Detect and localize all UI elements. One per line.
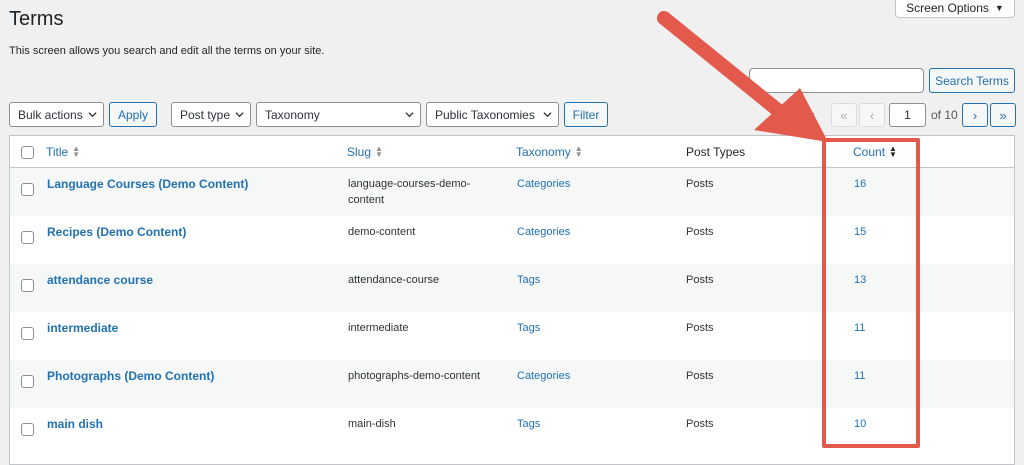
table-row: intermediate intermediate Tags Posts 11 (10, 312, 1014, 360)
term-title-link[interactable]: Recipes (Demo Content) (47, 224, 186, 240)
apply-button[interactable]: Apply (109, 102, 157, 127)
column-title-label: Title (46, 145, 69, 159)
public-taxonomies-select[interactable]: Public Taxonomies (426, 102, 559, 127)
row-checkbox[interactable] (21, 423, 34, 436)
column-taxonomy[interactable]: Taxonomy ▲ ▼ (516, 144, 583, 160)
sort-desc-icon: ▲ ▼ (889, 144, 897, 159)
current-page-input[interactable]: 1 (889, 103, 926, 127)
caret-down-icon: ▼ (994, 2, 1004, 13)
column-count-label: Count (853, 145, 886, 159)
term-count-link[interactable]: 10 (854, 416, 866, 432)
term-post-types: Posts (686, 370, 714, 382)
table-row: Recipes (Demo Content) demo-content Cate… (10, 216, 1014, 264)
sort-icon: ▲ ▼ (375, 144, 383, 159)
terms-table: Title ▲ ▼ Slug ▲ ▼ Taxonomy ▲ ▼ Post Types … (9, 135, 1015, 465)
term-slug: language-courses-demo-content (348, 178, 471, 206)
term-taxonomy-link[interactable]: Tags (517, 272, 540, 288)
term-taxonomy-link[interactable]: Tags (517, 320, 540, 336)
first-page-button[interactable]: « (831, 103, 857, 127)
chevron-down-icon (405, 112, 414, 118)
items-count: ems (792, 108, 815, 122)
term-slug: demo-content (348, 226, 416, 238)
select-all-checkbox[interactable] (21, 146, 34, 159)
row-checkbox[interactable] (21, 231, 34, 244)
term-taxonomy-link[interactable]: Tags (517, 416, 540, 432)
term-count-link[interactable]: 11 (854, 320, 865, 336)
chevron-down-icon (543, 112, 552, 118)
sort-icon: ▲ ▼ (72, 144, 81, 159)
row-checkbox[interactable] (21, 183, 34, 196)
row-checkbox[interactable] (21, 327, 34, 340)
next-page-button[interactable]: › (962, 103, 988, 127)
term-taxonomy-link[interactable]: Categories (517, 176, 570, 192)
chevron-down-icon (235, 112, 244, 118)
taxonomy-value: Taxonomy (265, 107, 320, 122)
row-checkbox[interactable] (21, 375, 34, 388)
term-count-link[interactable]: 15 (854, 224, 866, 240)
term-taxonomy-link[interactable]: Categories (517, 368, 570, 384)
term-slug: photographs-demo-content (348, 370, 481, 382)
term-count-link[interactable]: 13 (854, 272, 866, 288)
term-title-link[interactable]: Language Courses (Demo Content) (47, 176, 248, 192)
prev-page-button[interactable]: ‹ (859, 103, 885, 127)
sort-icon: ▲ ▼ (574, 144, 583, 159)
row-checkbox[interactable] (21, 279, 34, 292)
screen-options-button[interactable]: Screen Options ▼ (895, 0, 1015, 18)
term-count-link[interactable]: 11 (854, 368, 865, 384)
table-row: attendance course attendance-course Tags… (10, 264, 1014, 312)
column-count[interactable]: Count ▲ ▼ (853, 144, 897, 160)
term-slug: intermediate (348, 322, 409, 334)
table-header: Title ▲ ▼ Slug ▲ ▼ Taxonomy ▲ ▼ Post Types … (10, 136, 1014, 168)
column-post-types: Post Types (686, 145, 746, 159)
term-title-link[interactable]: intermediate (47, 320, 118, 336)
public-taxonomies-value: Public Taxonomies (435, 107, 535, 122)
filter-button[interactable]: Filter (564, 102, 608, 127)
table-row: Photographs (Demo Content) photographs-d… (10, 360, 1014, 408)
term-slug: main-dish (348, 418, 396, 430)
taxonomy-select[interactable]: Taxonomy (256, 102, 421, 127)
bulk-actions-value: Bulk actions (18, 107, 83, 122)
term-count-link[interactable]: 16 (854, 176, 866, 192)
column-slug-label: Slug (347, 145, 372, 159)
chevron-down-icon (88, 112, 97, 118)
term-post-types: Posts (686, 322, 714, 334)
search-input[interactable] (749, 68, 924, 93)
table-row: Language Courses (Demo Content) language… (10, 168, 1014, 216)
term-post-types: Posts (686, 178, 714, 190)
term-title-link[interactable]: attendance course (47, 272, 153, 288)
term-post-types: Posts (686, 226, 714, 238)
column-title[interactable]: Title ▲ ▼ (46, 144, 81, 160)
page-description: This screen allows you search and edit a… (9, 45, 325, 57)
search-terms-button[interactable]: Search Terms (929, 68, 1015, 93)
bulk-actions-select[interactable]: Bulk actions (9, 102, 104, 127)
screen-options-label: Screen Options (906, 0, 989, 15)
total-pages: of 10 (931, 108, 958, 122)
term-taxonomy-link[interactable]: Categories (517, 224, 570, 240)
term-post-types: Posts (686, 418, 714, 430)
column-taxonomy-label: Taxonomy (516, 145, 571, 159)
term-slug: attendance-course (348, 274, 440, 286)
term-post-types: Posts (686, 274, 714, 286)
term-title-link[interactable]: main dish (47, 416, 103, 432)
post-type-select[interactable]: Post type (171, 102, 251, 127)
last-page-button[interactable]: » (990, 103, 1016, 127)
table-row: main dish main-dish Tags Posts 10 (10, 408, 1014, 456)
column-slug[interactable]: Slug ▲ ▼ (347, 144, 383, 160)
post-type-value: Post type (180, 107, 231, 122)
term-title-link[interactable]: Photographs (Demo Content) (47, 368, 214, 384)
page-title: Terms (9, 8, 64, 30)
